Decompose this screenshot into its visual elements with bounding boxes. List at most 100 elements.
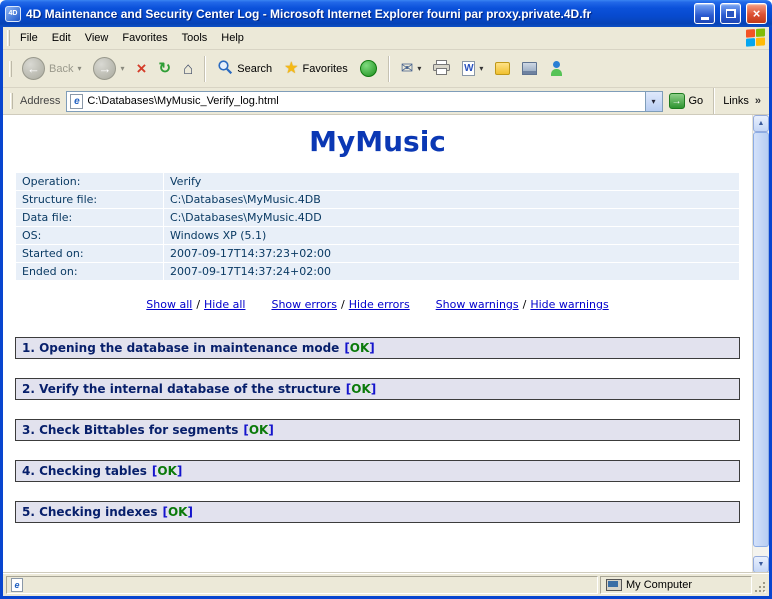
back-dropdown-icon: ▾ [77,64,81,73]
discuss-icon [495,62,510,75]
menubar-grip[interactable] [7,30,10,46]
go-button[interactable]: → Go [663,93,710,109]
forward-icon: → [93,57,116,80]
addressbar-grip[interactable] [10,93,13,109]
section-status: [OK] [344,341,374,355]
browser-window: 4D 4D Maintenance and Security Center Lo… [0,0,772,599]
windows-logo-icon [746,28,766,47]
research-button[interactable] [517,59,542,78]
show-errors-link[interactable]: Show errors [271,298,337,311]
mail-dropdown-icon: ▾ [417,64,421,73]
hide-warnings-link[interactable]: Hide warnings [530,298,608,311]
status-bar: e My Computer [3,573,769,596]
info-value: 2007-09-17T14:37:24+02:00 [164,263,740,281]
forward-button[interactable]: → ▾ [88,54,129,83]
back-button[interactable]: ← Back ▾ [17,54,86,83]
log-section-5: 5. Checking indexes [OK] [15,501,740,523]
section-status: [OK] [243,423,273,437]
info-label: Structure file: [16,191,164,209]
log-section-1: 1. Opening the database in maintenance m… [15,337,740,359]
print-icon [433,60,450,78]
scroll-up-button[interactable]: ▲ [753,115,769,132]
info-value: Windows XP (5.1) [164,227,740,245]
search-button[interactable]: Search [212,56,277,81]
favorites-label: Favorites [303,63,348,75]
page-icon: e [70,94,83,109]
research-icon [522,62,537,75]
menu-edit[interactable]: Edit [45,28,78,48]
address-bar: Address e ▾ → Go Links » [3,88,769,115]
menu-tools[interactable]: Tools [175,28,215,48]
separator-text: / [523,298,527,311]
info-label: Ended on: [16,263,164,281]
favorites-button[interactable]: ★ Favorites [279,58,353,80]
status-page-icon: e [11,578,23,592]
back-icon: ← [22,57,45,80]
close-icon: × [753,6,761,21]
forward-dropdown-icon: ▾ [120,64,124,73]
menu-favorites[interactable]: Favorites [115,28,174,48]
info-label: Data file: [16,209,164,227]
restore-button[interactable] [720,3,741,24]
table-row: Operation: Verify [16,173,740,191]
edit-word-icon: W [462,61,475,76]
hide-errors-link[interactable]: Hide errors [349,298,410,311]
section-title: 1. Opening the database in maintenance m… [22,341,339,355]
toolbar: ← Back ▾ → ▾ × ↻ ⌂ Search ★ [3,50,769,88]
my-computer-icon [605,579,621,592]
info-value: C:\Databases\MyMusic.4DB [164,191,740,209]
hide-all-link[interactable]: Hide all [204,298,245,311]
scroll-thumb[interactable] [753,132,769,547]
page-title: MyMusic [3,125,752,158]
menu-view[interactable]: View [78,28,116,48]
media-icon [360,60,377,77]
filter-links: Show all / Hide all Show errors / Hide errors… [3,298,752,311]
toolbar-grip[interactable] [9,61,12,77]
discuss-button[interactable] [490,59,515,78]
show-warnings-link[interactable]: Show warnings [436,298,519,311]
status-pane-zone: My Computer [600,576,752,594]
info-table: Operation: Verify Structure file: C:\Dat… [15,172,740,281]
address-dropdown-button[interactable]: ▾ [645,92,662,111]
vertical-scrollbar[interactable]: ▲ ▼ [752,115,769,573]
go-arrow-icon: → [669,93,685,109]
edit-button[interactable]: W ▾ [457,58,488,79]
table-row: Data file: C:\Databases\MyMusic.4DD [16,209,740,227]
info-value: Verify [164,173,740,191]
address-label: Address [20,95,60,107]
log-page: MyMusic Operation: Verify Structure file… [3,115,752,573]
links-toolbar[interactable]: Links » [719,95,765,107]
log-sections: 1. Opening the database in maintenance m… [15,337,740,523]
scroll-down-icon: ▼ [758,561,765,568]
separator-text: / [196,298,200,311]
toolbar-separator-2 [388,56,390,82]
media-button[interactable] [355,57,382,80]
print-button[interactable] [428,57,455,81]
resize-grip[interactable] [754,577,767,594]
close-button[interactable]: × [746,3,767,24]
section-title: 5. Checking indexes [22,505,158,519]
menu-file[interactable]: File [13,28,45,48]
toolbar-separator [204,56,206,82]
home-button[interactable]: ⌂ [178,57,198,80]
log-section-4: 4. Checking tables [OK] [15,460,740,482]
scroll-down-button[interactable]: ▼ [753,556,769,573]
address-input[interactable] [87,93,640,110]
log-section-3: 3. Check Bittables for segments [OK] [15,419,740,441]
info-value: 2007-09-17T14:37:23+02:00 [164,245,740,263]
scroll-track[interactable] [753,132,769,556]
messenger-button[interactable] [544,58,569,79]
section-status: [OK] [163,505,193,519]
minimize-button[interactable] [694,3,715,24]
show-all-link[interactable]: Show all [146,298,192,311]
content-area: MyMusic Operation: Verify Structure file… [3,115,769,573]
refresh-icon: ↻ [158,61,171,76]
refresh-button[interactable]: ↻ [153,58,176,79]
separator-text: / [341,298,345,311]
mail-button[interactable]: ✉ ▾ [396,58,427,79]
messenger-icon [549,61,564,76]
menu-help[interactable]: Help [214,28,251,48]
stop-icon: × [137,60,147,77]
stop-button[interactable]: × [132,57,152,80]
info-label: Started on: [16,245,164,263]
